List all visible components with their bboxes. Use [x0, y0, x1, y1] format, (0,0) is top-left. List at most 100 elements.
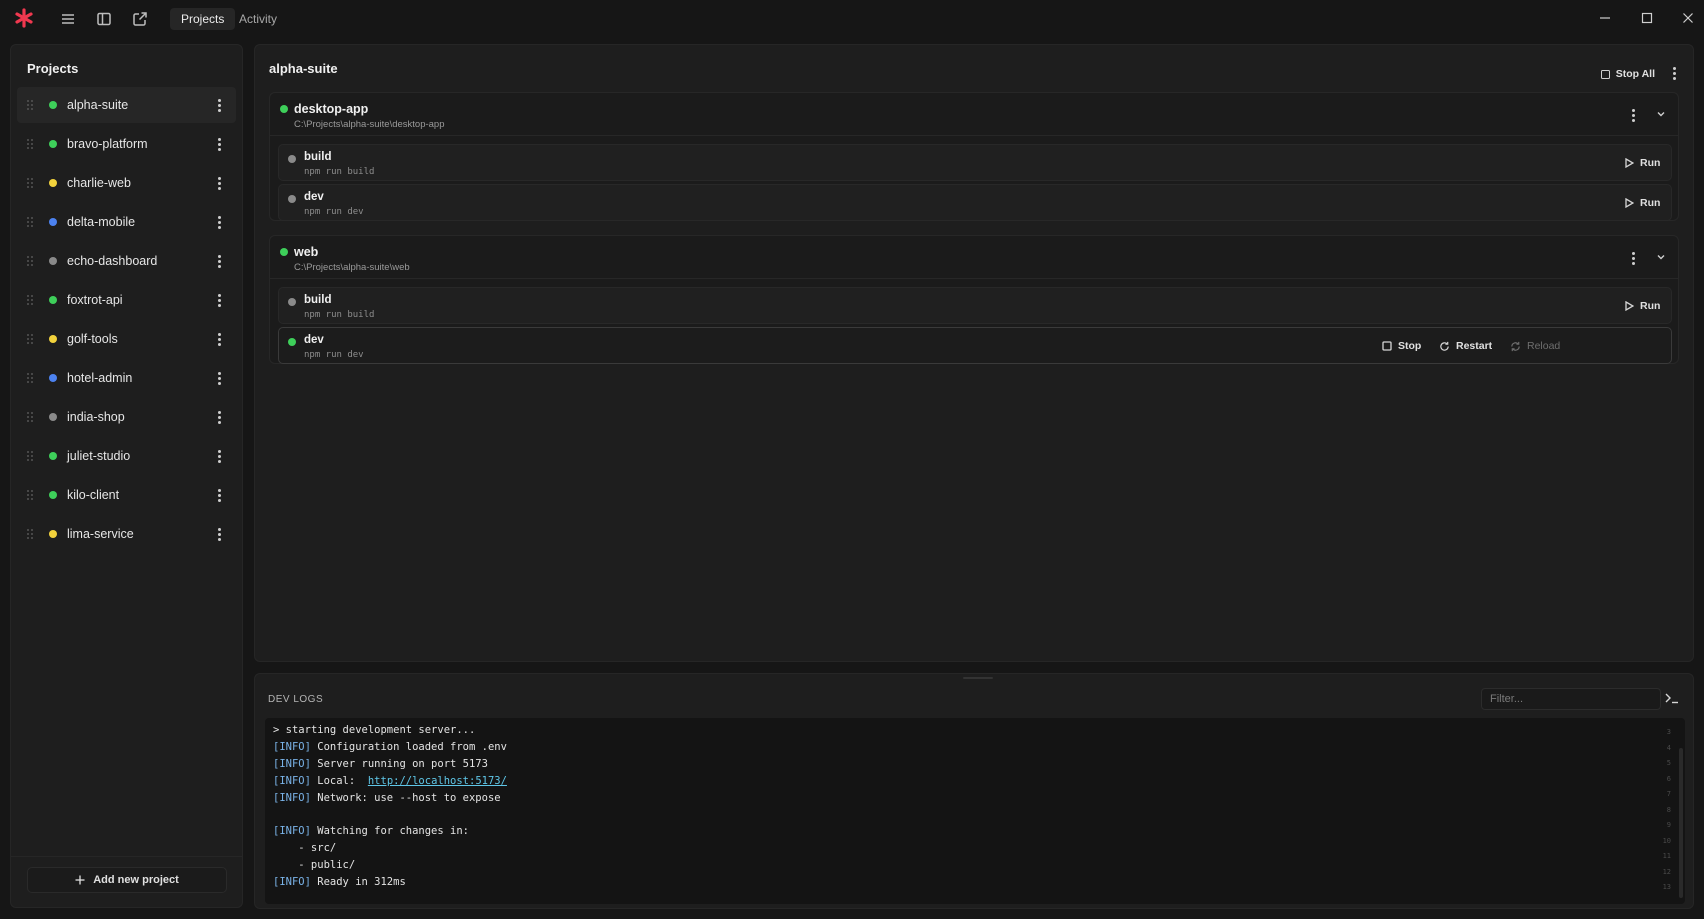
sidebar-item-echo-dashboard[interactable]: echo-dashboard — [17, 243, 236, 279]
sidebar-item-hotel-admin[interactable]: hotel-admin — [17, 360, 236, 396]
terminal-icon[interactable] — [1665, 692, 1679, 707]
minimize-icon[interactable] — [1595, 8, 1615, 28]
sidebar-item-label: kilo-client — [67, 488, 120, 502]
play-icon — [1625, 158, 1634, 168]
more-options-icon[interactable] — [212, 448, 226, 464]
line-number: 10 — [1662, 836, 1671, 845]
menu-icon[interactable] — [58, 9, 78, 29]
run-label: Run — [1640, 300, 1661, 312]
drag-handle-icon[interactable] — [27, 294, 35, 306]
more-options-icon[interactable] — [1667, 65, 1681, 81]
drag-handle-icon[interactable] — [27, 411, 35, 423]
more-options-icon[interactable] — [212, 253, 226, 269]
sidebar-item-delta-mobile[interactable]: delta-mobile — [17, 204, 236, 240]
restart-button[interactable]: Restart — [1439, 338, 1492, 354]
sidebar-divider — [11, 856, 242, 857]
drag-handle-icon[interactable] — [27, 99, 35, 111]
chevron-down-icon[interactable] — [1656, 251, 1666, 265]
log-tag: [INFO] — [273, 792, 311, 804]
sidebar-item-lima-service[interactable]: lima-service — [17, 516, 236, 552]
line-number: 5 — [1666, 759, 1671, 767]
drag-handle-icon[interactable] — [27, 450, 35, 462]
more-options-icon[interactable] — [212, 331, 226, 347]
drag-handle-icon[interactable] — [27, 372, 35, 384]
status-dot — [280, 248, 288, 256]
sidebar-item-charlie-web[interactable]: charlie-web — [17, 165, 236, 201]
sidebar-item-label: juliet-studio — [67, 449, 131, 463]
more-options-icon[interactable] — [212, 409, 226, 425]
more-options-icon[interactable] — [1626, 250, 1640, 266]
add-project-label: Add new project — [93, 874, 179, 886]
more-options-icon[interactable] — [212, 97, 226, 113]
more-options-icon[interactable] — [212, 370, 226, 386]
status-dot — [49, 335, 57, 343]
line-number: 12 — [1662, 867, 1671, 876]
reload-button[interactable]: Reload — [1510, 338, 1560, 354]
sidebar-item-golf-tools[interactable]: golf-tools — [17, 321, 236, 357]
run-button[interactable]: Run — [1624, 155, 1660, 171]
sidebar-item-kilo-client[interactable]: kilo-client — [17, 477, 236, 513]
add-project-button[interactable]: Add new project — [27, 867, 227, 893]
drag-handle-icon[interactable] — [27, 333, 35, 345]
sidebar-item-label: bravo-platform — [67, 137, 148, 151]
run-button[interactable]: Run — [1624, 298, 1660, 314]
log-output: > starting development server... [INFO] C… — [265, 718, 1685, 904]
drag-handle-icon[interactable] — [27, 489, 35, 501]
drag-handle-icon[interactable] — [27, 138, 35, 150]
resize-handle[interactable] — [963, 677, 993, 679]
line-number: 9 — [1666, 821, 1671, 829]
sidebar-toggle-icon[interactable] — [94, 9, 114, 29]
script-row: dev npm run dev Run — [278, 184, 1672, 221]
log-scrollbar[interactable] — [1679, 748, 1683, 898]
more-options-icon[interactable] — [212, 526, 226, 542]
run-button[interactable]: Run — [1624, 195, 1660, 211]
asterisk-logo-icon[interactable] — [14, 8, 34, 28]
status-dot — [288, 195, 296, 203]
log-line: [INFO] Local: http://localhost:5173/ — [273, 775, 507, 787]
log-text: Watching for changes in: — [317, 825, 469, 837]
external-link-icon[interactable] — [130, 9, 150, 29]
title-bar: Projects Activity — [0, 0, 1704, 38]
project-list: alpha-suite bravo-platform charlie-web delt… — [11, 87, 242, 552]
drag-handle-icon[interactable] — [27, 528, 35, 540]
more-options-icon[interactable] — [212, 175, 226, 191]
sidebar-item-juliet-studio[interactable]: juliet-studio — [17, 438, 236, 474]
status-dot — [49, 101, 57, 109]
chevron-down-icon[interactable] — [1656, 108, 1666, 122]
log-link[interactable]: http://localhost:5173/ — [368, 775, 507, 787]
log-text: Server running on port 5173 — [317, 758, 488, 770]
sidebar-item-label: foxtrot-api — [67, 293, 123, 307]
drag-handle-icon[interactable] — [27, 255, 35, 267]
sidebar-item-alpha-suite[interactable]: alpha-suite — [17, 87, 236, 123]
log-tag: [INFO] — [273, 876, 311, 888]
sidebar-item-india-shop[interactable]: india-shop — [17, 399, 236, 435]
line-number: 8 — [1666, 805, 1671, 814]
plus-icon — [75, 875, 85, 885]
drag-handle-icon[interactable] — [27, 177, 35, 189]
tab-projects[interactable]: Projects — [170, 8, 236, 30]
maximize-icon[interactable] — [1637, 8, 1657, 28]
sidebar-item-foxtrot-api[interactable]: foxtrot-api — [17, 282, 236, 318]
dev-logs-panel: DEV LOGS > starting development server..… — [254, 673, 1694, 909]
more-options-icon[interactable] — [212, 292, 226, 308]
close-icon[interactable] — [1678, 8, 1698, 28]
more-options-icon[interactable] — [1626, 107, 1640, 123]
projects-sidebar: Projects alpha-suite bravo-platform charli… — [10, 44, 243, 908]
more-options-icon[interactable] — [212, 136, 226, 152]
project-path: C:\Projects\alpha-suite\desktop-app — [294, 119, 445, 130]
tab-activity[interactable]: Activity — [228, 8, 288, 30]
log-filter-input[interactable] — [1481, 688, 1661, 710]
more-options-icon[interactable] — [212, 214, 226, 230]
log-text: Network: use --host to expose — [317, 792, 501, 804]
log-tag: [INFO] — [273, 758, 311, 770]
script-name: dev — [304, 191, 324, 203]
more-options-icon[interactable] — [212, 487, 226, 503]
sidebar-item-bravo-platform[interactable]: bravo-platform — [17, 126, 236, 162]
restart-label: Restart — [1456, 340, 1493, 352]
project-card-header[interactable]: web C:\Projects\alpha-suite\web — [270, 236, 1678, 279]
stop-all-button[interactable]: Stop All — [1600, 65, 1655, 83]
stop-button[interactable]: Stop — [1382, 338, 1421, 354]
drag-handle-icon[interactable] — [27, 216, 35, 228]
project-card-header[interactable]: desktop-app C:\Projects\alpha-suite\deskt… — [270, 93, 1678, 136]
project-name: desktop-app — [294, 102, 369, 116]
